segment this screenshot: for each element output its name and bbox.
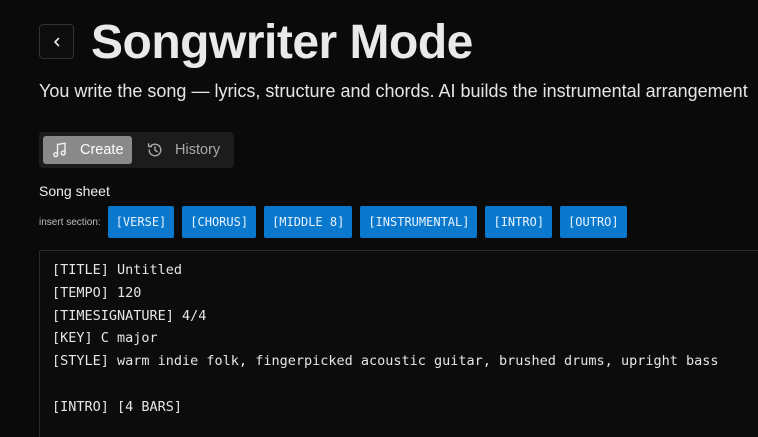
insert-chorus-button[interactable]: [CHORUS] [182, 206, 257, 238]
insert-intro-button[interactable]: [INTRO] [485, 206, 553, 238]
editor-line: [TIMESIGNATURE] 4/4 [52, 307, 207, 324]
history-icon [146, 141, 164, 159]
tab-create[interactable]: Create [43, 136, 132, 164]
editor-line: [INTRO] [4 BARS] [52, 398, 183, 415]
tab-create-label: Create [80, 142, 124, 158]
page-title: Songwriter Mode [91, 16, 473, 69]
tab-history-label: History [175, 142, 221, 158]
insert-instrumental-button[interactable]: [INSTRUMENTAL] [360, 206, 478, 238]
insert-outro-button[interactable]: [OUTRO] [560, 206, 627, 238]
song-sheet-editor[interactable]: [TITLE] Untitled [TEMPO] 120 [TIMESIGNAT… [39, 250, 758, 437]
editor-line: [STYLE] warm indie folk, fingerpicked ac… [52, 353, 719, 370]
tab-history[interactable]: History [138, 136, 228, 164]
insert-section-row: insert section: [VERSE] [CHORUS] [MIDDLE… [39, 206, 635, 238]
page-subtitle: You write the song — lyrics, structure a… [39, 81, 748, 101]
insert-verse-button[interactable]: [VERSE] [107, 206, 175, 238]
song-sheet-label: Song sheet [39, 183, 110, 199]
editor-line: [TEMPO] 120 [52, 284, 142, 301]
music-note-icon [51, 141, 69, 159]
songwriter-page: Songwriter Mode You write the song — lyr… [0, 0, 758, 437]
editor-line: [KEY] C major [52, 330, 158, 347]
insert-middle-8-button[interactable]: [MIDDLE 8] [264, 206, 353, 238]
chevron-left-icon [53, 37, 59, 46]
editor-line: [TITLE] Untitled [52, 262, 183, 278]
back-button[interactable] [39, 24, 74, 59]
mode-tabs: Create History [39, 132, 234, 168]
insert-section-label: insert section: [39, 216, 101, 228]
